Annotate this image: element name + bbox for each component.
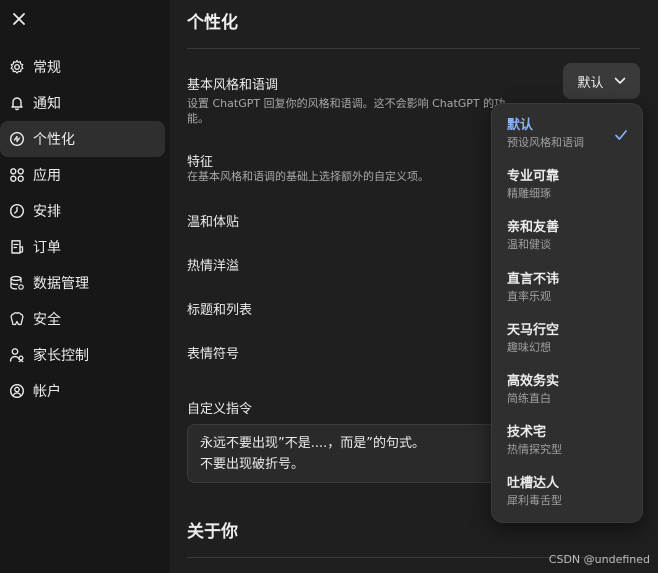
option-title: 技术宅 bbox=[507, 425, 547, 441]
traits-label: 特征 bbox=[187, 155, 214, 170]
user-circle-icon bbox=[9, 383, 25, 399]
sidebar-item-schedule[interactable]: 安排 bbox=[0, 193, 165, 229]
custom-instruction-line: 永远不要出现”不是....，而是”的句式。 bbox=[200, 436, 425, 451]
sidebar-item-label: 安全 bbox=[33, 312, 61, 328]
trait-item-headers-lists[interactable]: 标题和列表 bbox=[187, 299, 252, 318]
page-title: 个性化 bbox=[187, 13, 238, 33]
option-subtitle: 精雕细琢 bbox=[507, 187, 551, 201]
style-description: 设置 ChatGPT 回复你的风格和语调。这不会影响 ChatGPT 的功能。 bbox=[187, 97, 506, 125]
sidebar-item-account[interactable]: 帐户 bbox=[0, 373, 165, 409]
custom-instruction-line: 不要出现破折号。 bbox=[200, 457, 305, 472]
sidebar: 常规 通知 个性化 应用 安排 订单 数据管理 安全 家长控制 帐户 bbox=[0, 0, 170, 573]
style-option-cynical[interactable]: 吐槽达人 犀利毒舌型 bbox=[492, 472, 642, 523]
gear-icon bbox=[9, 59, 25, 75]
style-option-quirky[interactable]: 天马行空 趣味幻想 bbox=[492, 319, 642, 370]
style-option-professional[interactable]: 专业可靠 精雕细琢 bbox=[492, 165, 642, 216]
sidebar-item-label: 应用 bbox=[33, 168, 61, 184]
sidebar-item-label: 数据管理 bbox=[33, 276, 89, 292]
checkmark-icon bbox=[615, 130, 627, 140]
sidebar-item-label: 安排 bbox=[33, 204, 61, 220]
sidebar-item-general[interactable]: 常规 bbox=[0, 49, 165, 85]
trait-item-enthusiastic[interactable]: 热情洋溢 bbox=[187, 255, 239, 274]
option-subtitle: 直率乐观 bbox=[507, 289, 551, 303]
sidebar-item-label: 订单 bbox=[33, 240, 61, 256]
option-subtitle: 简练直白 bbox=[507, 391, 551, 405]
apps-grid-icon bbox=[9, 167, 25, 183]
database-icon bbox=[9, 275, 25, 291]
option-subtitle: 趣味幻想 bbox=[507, 340, 551, 354]
custom-instructions-input[interactable]: 永远不要出现”不是....，而是”的句式。 不要出现破折号。 bbox=[187, 424, 507, 483]
sidebar-nav: 常规 通知 个性化 应用 安排 订单 数据管理 安全 家长控制 帐户 bbox=[0, 49, 170, 409]
option-subtitle: 热情探究型 bbox=[507, 443, 562, 457]
sidebar-item-personalization[interactable]: 个性化 bbox=[0, 121, 165, 157]
divider bbox=[187, 48, 640, 49]
sidebar-item-label: 家长控制 bbox=[33, 348, 89, 364]
sidebar-item-label: 个性化 bbox=[33, 132, 75, 148]
sidebar-item-orders[interactable]: 订单 bbox=[0, 229, 165, 265]
option-title: 吐槽达人 bbox=[507, 476, 560, 492]
style-select[interactable]: 默认 bbox=[563, 63, 640, 99]
personalize-icon bbox=[9, 131, 25, 147]
sidebar-item-label: 通知 bbox=[33, 96, 61, 112]
style-option-nerdy[interactable]: 技术宅 热情探究型 bbox=[492, 421, 642, 472]
sidebar-item-label: 常规 bbox=[33, 60, 61, 76]
style-option-candid[interactable]: 直言不讳 直率乐观 bbox=[492, 268, 642, 319]
style-option-friendly[interactable]: 亲和友善 温和健谈 bbox=[492, 216, 642, 267]
style-dropdown-menu: 默认 预设风格和语调 专业可靠 精雕细琢 亲和友善 温和健谈 直言不讳 直率乐观… bbox=[491, 103, 643, 523]
bell-icon bbox=[9, 95, 25, 111]
style-option-efficient[interactable]: 高效务实 简练直白 bbox=[492, 370, 642, 421]
receipt-icon bbox=[9, 239, 25, 255]
shield-icon bbox=[9, 311, 25, 327]
close-icon bbox=[13, 13, 25, 25]
traits-description: 在基本风格和语调的基础上选择额外的自定义项。 bbox=[187, 170, 429, 183]
clock-icon bbox=[9, 203, 25, 219]
sidebar-item-notifications[interactable]: 通知 bbox=[0, 85, 165, 121]
custom-instructions-label: 自定义指令 bbox=[187, 402, 253, 417]
parent-control-icon bbox=[9, 347, 25, 363]
trait-item-emoji[interactable]: 表情符号 bbox=[187, 343, 239, 362]
chevron-down-icon bbox=[614, 77, 625, 84]
style-label: 基本风格和语调 bbox=[187, 78, 279, 93]
trait-item-warm[interactable]: 温和体贴 bbox=[187, 211, 239, 230]
sidebar-item-data-management[interactable]: 数据管理 bbox=[0, 265, 165, 301]
option-title: 亲和友善 bbox=[507, 220, 560, 236]
watermark: CSDN @undefined bbox=[548, 553, 650, 566]
sidebar-item-apps[interactable]: 应用 bbox=[0, 157, 165, 193]
option-title: 天马行空 bbox=[507, 322, 560, 338]
sidebar-item-label: 帐户 bbox=[33, 384, 61, 400]
close-button[interactable] bbox=[8, 8, 30, 30]
option-subtitle: 犀利毒舌型 bbox=[507, 494, 562, 508]
option-title: 直言不讳 bbox=[507, 271, 560, 287]
sidebar-item-parental-controls[interactable]: 家长控制 bbox=[0, 337, 165, 373]
option-subtitle: 温和健谈 bbox=[507, 238, 551, 252]
about-you-heading: 关于你 bbox=[187, 522, 238, 542]
option-title: 高效务实 bbox=[507, 373, 560, 389]
option-title: 专业可靠 bbox=[507, 169, 560, 185]
style-select-value: 默认 bbox=[577, 75, 604, 91]
style-option-default[interactable]: 默认 预设风格和语调 bbox=[492, 114, 642, 165]
sidebar-item-security[interactable]: 安全 bbox=[0, 301, 165, 337]
